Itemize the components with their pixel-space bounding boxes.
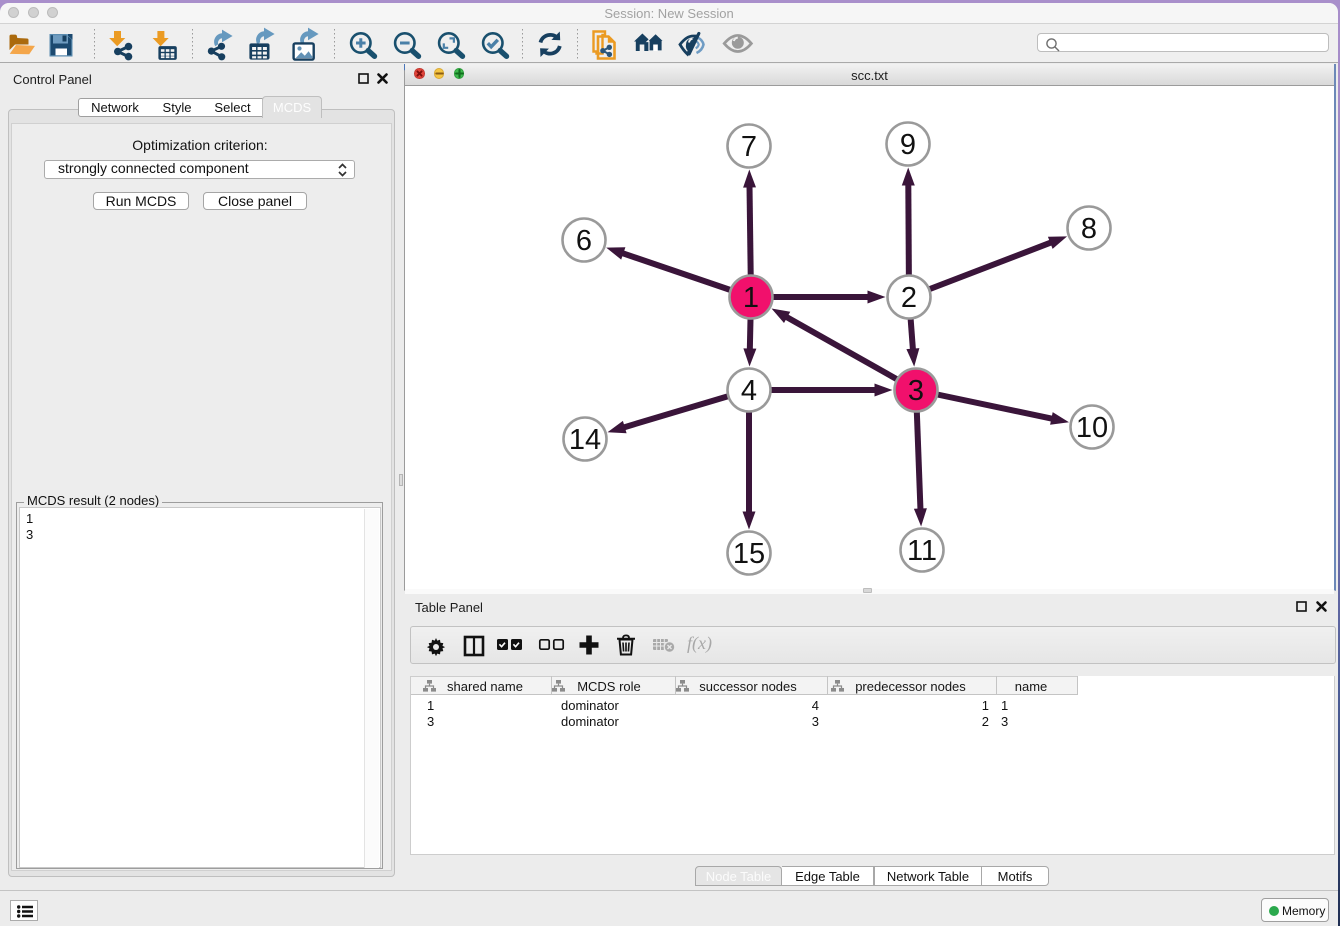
svg-text:10: 10	[1076, 412, 1108, 444]
svg-text:8: 8	[1081, 213, 1097, 245]
svg-text:3: 3	[908, 375, 924, 407]
svg-text:11: 11	[907, 535, 937, 567]
svg-text:15: 15	[733, 538, 765, 570]
svg-text:14: 14	[569, 424, 601, 456]
svg-text:1: 1	[743, 282, 759, 314]
svg-text:6: 6	[576, 225, 592, 257]
svg-text:9: 9	[900, 129, 916, 161]
svg-text:2: 2	[901, 282, 917, 314]
svg-text:4: 4	[741, 375, 757, 407]
svg-text:7: 7	[741, 131, 757, 163]
